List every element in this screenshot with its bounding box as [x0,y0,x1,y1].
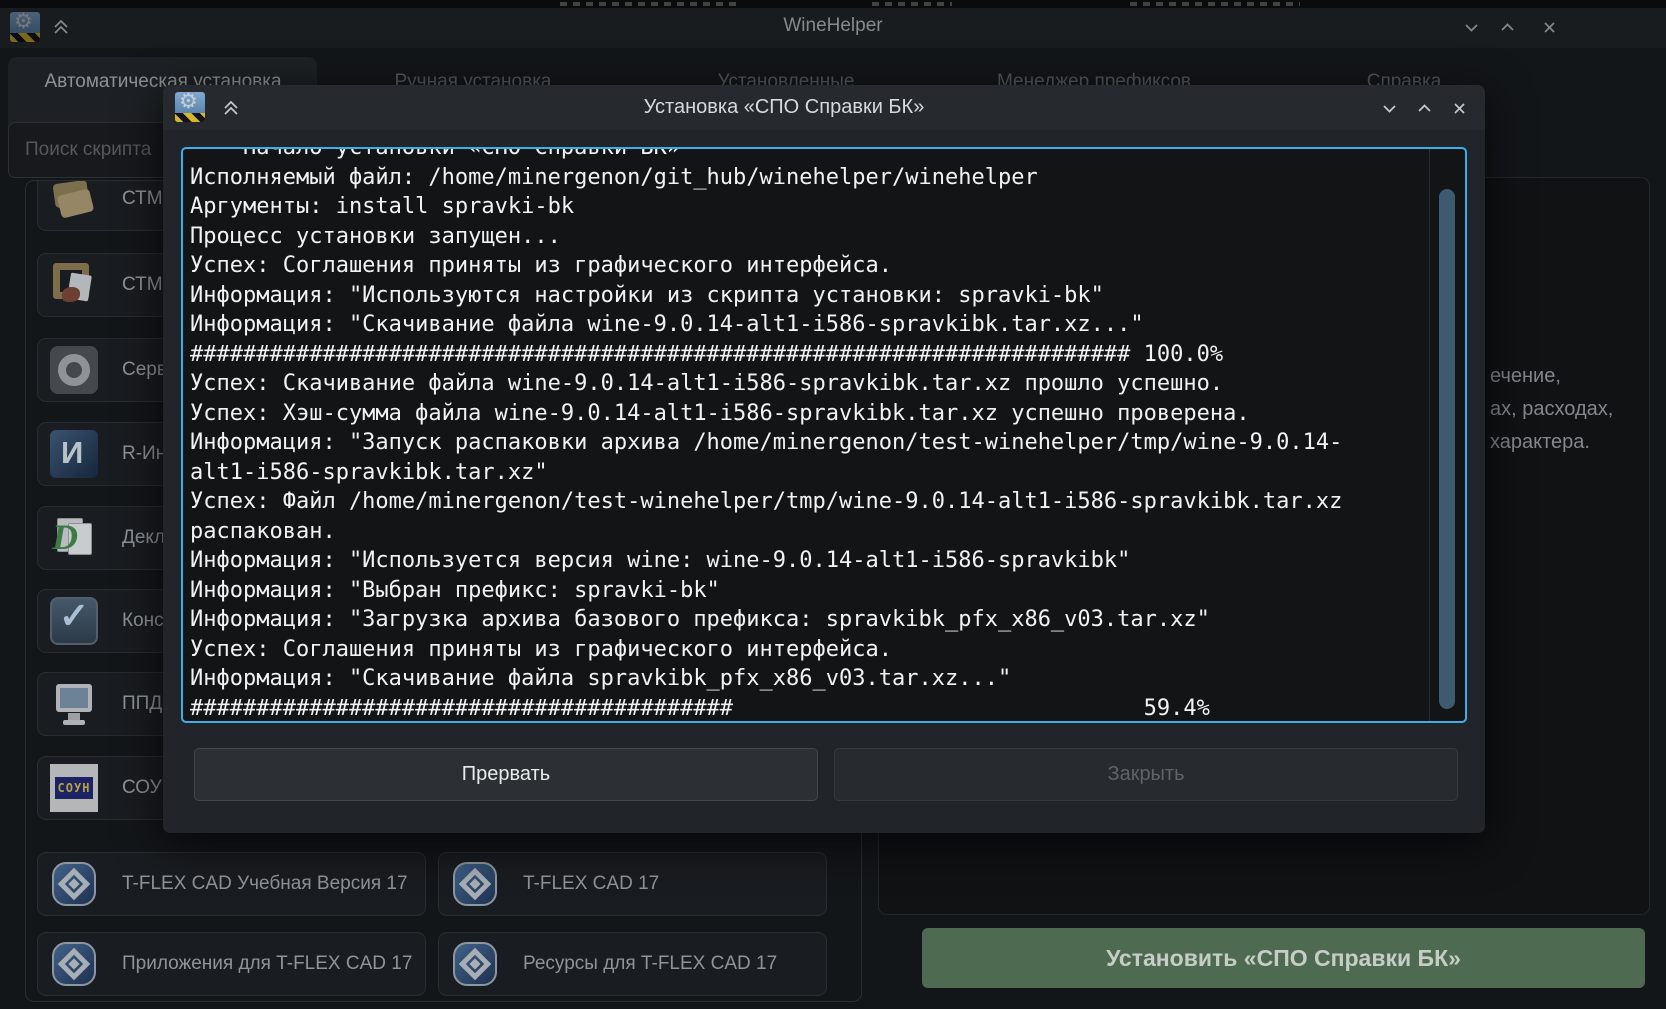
install-log-view[interactable]: Начало установки «СПО Справки БК» Исполн… [181,147,1467,723]
dialog-title: Установка «СПО Справки БК» [163,96,1405,119]
ring-icon [50,346,98,394]
background-text-fragment [872,2,952,6]
dialog-titlebar[interactable]: ⚙ Установка «СПО Справки БК» [163,85,1485,130]
main-window-title: WineHelper [0,15,1666,37]
install-log-text: Начало установки «СПО Справки БК» Исполн… [190,149,1465,721]
minimize-icon[interactable] [1458,14,1484,40]
minimize-icon[interactable] [1376,95,1402,121]
close-button[interactable]: Закрыть [834,748,1458,801]
background-text-fragment [1130,2,1300,6]
checkmark-icon: ✓ [50,597,98,645]
tflex-logo-icon [50,940,98,988]
background-text-fragment [560,2,740,6]
description-text-fragment: ечение, ах, расходах, характера. [1490,360,1613,459]
close-icon[interactable] [1446,95,1472,121]
soun-logo-icon: СОУН [50,764,98,812]
scrollbar-thumb[interactable] [1439,189,1455,709]
background-window-sliver [0,0,1666,8]
script-item-tflex-apps[interactable]: Приложения для T-FLEX CAD 17 [37,932,426,996]
maximize-icon[interactable] [1411,95,1437,121]
folder-icon [50,180,98,223]
installation-dialog: ⚙ Установка «СПО Справки БК» Начало уста… [163,85,1485,833]
close-icon[interactable] [1536,14,1562,40]
script-label: T-FLEX CAD 17 [523,873,659,895]
script-item-tflex-resources[interactable]: Ресурсы для T-FLEX CAD 17 [438,932,827,996]
abort-button[interactable]: Прервать [194,748,818,801]
frame-documents-icon [50,261,98,309]
script-label: T-FLEX CAD Учебная Версия 17 [122,873,408,895]
letter-i-icon: И [50,430,98,478]
install-button[interactable]: Установить «СПО Справки БК» [922,928,1645,988]
script-label: Приложения для T-FLEX CAD 17 [122,953,412,975]
tflex-logo-icon [451,940,499,988]
script-label: Ресурсы для T-FLEX CAD 17 [523,953,777,975]
tflex-logo-icon [50,860,98,908]
monitor-icon [50,680,98,728]
main-titlebar[interactable]: ⚙ WineHelper [0,8,1666,48]
log-clip: Начало установки «СПО Справки БК» Исполн… [183,149,1465,721]
script-item-tflex-cad17[interactable]: T-FLEX CAD 17 [438,852,827,916]
declaration-icon: D [50,514,98,562]
maximize-icon[interactable] [1494,14,1520,40]
scrollbar-track [1429,149,1430,721]
tflex-logo-icon [451,860,499,908]
script-item-tflex-study[interactable]: T-FLEX CAD Учебная Версия 17 [37,852,426,916]
